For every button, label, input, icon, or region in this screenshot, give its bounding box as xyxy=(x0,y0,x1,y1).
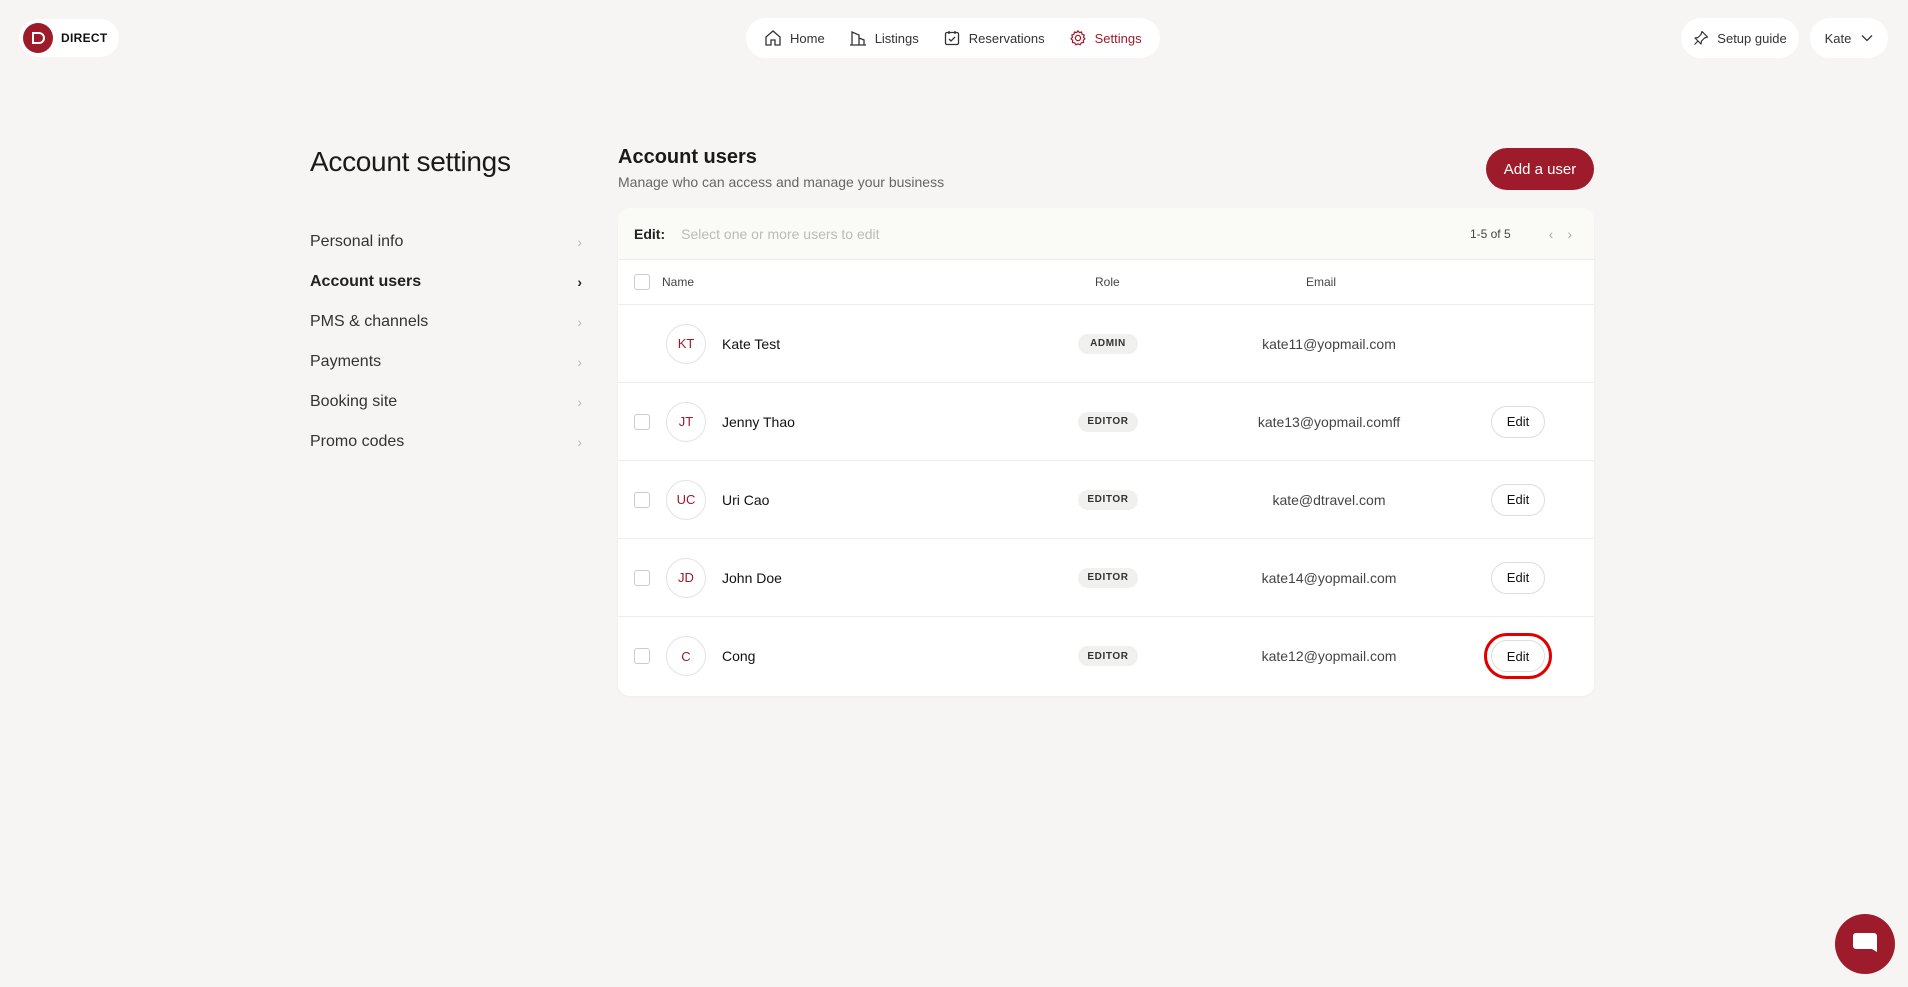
user-name-cell: Jenny Thao xyxy=(722,413,795,430)
table-row: C Cong EDITOR kate12@yopmail.com Edit xyxy=(618,617,1594,695)
pagination-count: 1-5 of 5 xyxy=(1469,227,1511,241)
edit-user-button[interactable]: Edit xyxy=(1484,633,1552,679)
settings-item-pms-channels[interactable]: PMS & channels › xyxy=(310,302,582,342)
role-badge: EDITOR xyxy=(1078,489,1138,510)
role-badge: EDITOR xyxy=(1078,646,1138,666)
logo-mark-icon xyxy=(23,23,53,53)
users-table: Edit: Select one or more users to edit 1… xyxy=(618,208,1594,696)
user-menu[interactable]: Kate xyxy=(1810,18,1888,58)
role-badge: EDITOR xyxy=(1078,567,1138,588)
brand-logo[interactable]: DIRECT xyxy=(19,19,120,57)
settings-item-label: Account users xyxy=(310,273,422,290)
column-header-name: Name xyxy=(662,275,695,289)
email-cell: kate11@yopmail.com xyxy=(1262,335,1396,352)
add-user-button[interactable]: Add a user xyxy=(1486,148,1594,190)
chevron-right-icon: › xyxy=(577,394,582,410)
table-row: KT Kate Test ADMIN kate11@yopmail.com xyxy=(618,305,1594,383)
column-header-role: Role xyxy=(1095,275,1120,289)
avatar: C xyxy=(666,636,706,676)
settings-item-label: Payments xyxy=(310,353,382,370)
nav-home-label: Home xyxy=(790,30,825,46)
nav-reservations-label: Reservations xyxy=(968,30,1045,46)
settings-item-booking-site[interactable]: Booking site › xyxy=(310,382,582,422)
column-header-email: Email xyxy=(1306,275,1337,289)
user-name-cell: John Doe xyxy=(722,569,782,586)
settings-item-promo-codes[interactable]: Promo codes › xyxy=(310,422,582,462)
user-name-cell: Cong xyxy=(722,648,756,664)
email-cell: kate13@yopmail.comff xyxy=(1257,413,1401,430)
building-icon xyxy=(849,31,866,46)
chevron-right-icon: › xyxy=(577,354,582,370)
avatar: KT xyxy=(666,323,706,364)
settings-item-payments[interactable]: Payments › xyxy=(310,342,582,382)
avatar: JD xyxy=(666,557,706,598)
home-icon xyxy=(765,30,781,46)
chat-bubble-icon xyxy=(1853,933,1877,952)
select-all-checkbox[interactable] xyxy=(634,274,650,290)
settings-nav: Personal info › Account users › PMS & ch… xyxy=(310,222,582,462)
section-title: Account users xyxy=(618,146,757,168)
nav-settings-label: Settings xyxy=(1094,30,1142,46)
bulk-edit-label: Edit: xyxy=(634,225,666,242)
email-cell: kate14@yopmail.com xyxy=(1261,569,1397,586)
section-subtitle: Manage who can access and manage your bu… xyxy=(618,174,945,190)
chevron-right-icon: › xyxy=(577,274,582,290)
role-badge: ADMIN xyxy=(1078,333,1138,354)
row-checkbox[interactable] xyxy=(634,413,650,430)
top-navigation: Home Listings Reservations Settings xyxy=(746,18,1160,58)
setup-guide-button[interactable]: Setup guide xyxy=(1681,18,1799,58)
settings-item-label: PMS & channels xyxy=(310,313,429,330)
user-name: Kate xyxy=(1824,30,1852,46)
bulk-edit-hint: Select one or more users to edit xyxy=(681,225,880,242)
role-badge: EDITOR xyxy=(1078,411,1138,432)
edit-user-button[interactable]: Edit xyxy=(1491,561,1545,594)
pin-icon xyxy=(1694,30,1709,45)
chevron-down-icon xyxy=(1861,35,1873,42)
table-row: JT Jenny Thao EDITOR kate13@yopmail.comf… xyxy=(618,383,1594,461)
avatar: UC xyxy=(666,479,706,520)
avatar: JT xyxy=(666,401,706,442)
row-checkbox[interactable] xyxy=(634,648,650,664)
nav-listings[interactable]: Listings xyxy=(839,22,929,54)
next-page-icon[interactable]: › xyxy=(1567,226,1572,242)
gear-icon xyxy=(1070,30,1086,46)
table-header: Name Role Email xyxy=(618,260,1594,305)
user-name-cell: Uri Cao xyxy=(722,491,770,508)
nav-settings[interactable]: Settings xyxy=(1059,22,1152,54)
email-cell: kate@dtravel.com xyxy=(1272,491,1386,508)
chevron-right-icon: › xyxy=(577,234,582,250)
nav-listings-label: Listings xyxy=(874,30,919,46)
brand-name: DIRECT xyxy=(61,31,108,45)
table-row: JD John Doe EDITOR kate14@yopmail.com Ed… xyxy=(618,539,1594,617)
settings-item-label: Booking site xyxy=(310,393,398,410)
settings-item-label: Personal info xyxy=(310,233,404,250)
setup-guide-label: Setup guide xyxy=(1717,30,1787,46)
nav-home[interactable]: Home xyxy=(754,22,835,54)
pagination: 1-5 of 5 ‹ › xyxy=(1470,208,1572,260)
chevron-right-icon: › xyxy=(577,314,582,330)
edit-user-button[interactable]: Edit xyxy=(1491,405,1545,438)
table-row: UC Uri Cao EDITOR kate@dtravel.com Edit xyxy=(618,461,1594,539)
settings-item-account-users[interactable]: Account users › xyxy=(310,262,582,302)
bulk-edit-bar: Edit: Select one or more users to edit 1… xyxy=(618,208,1594,260)
calendar-check-icon xyxy=(944,31,959,46)
row-checkbox[interactable] xyxy=(634,569,650,586)
chevron-right-icon: › xyxy=(577,434,582,450)
page-title: Account settings xyxy=(310,146,511,177)
user-name-cell: Kate Test xyxy=(722,335,781,352)
email-cell: kate12@yopmail.com xyxy=(1261,648,1397,664)
prev-page-icon[interactable]: ‹ xyxy=(1549,226,1554,242)
nav-reservations[interactable]: Reservations xyxy=(933,22,1055,54)
row-checkbox[interactable] xyxy=(634,491,650,508)
settings-item-label: Promo codes xyxy=(310,433,405,450)
settings-item-personal-info[interactable]: Personal info › xyxy=(310,222,582,262)
chat-support-button[interactable] xyxy=(1835,914,1895,974)
edit-user-button[interactable]: Edit xyxy=(1491,483,1545,516)
